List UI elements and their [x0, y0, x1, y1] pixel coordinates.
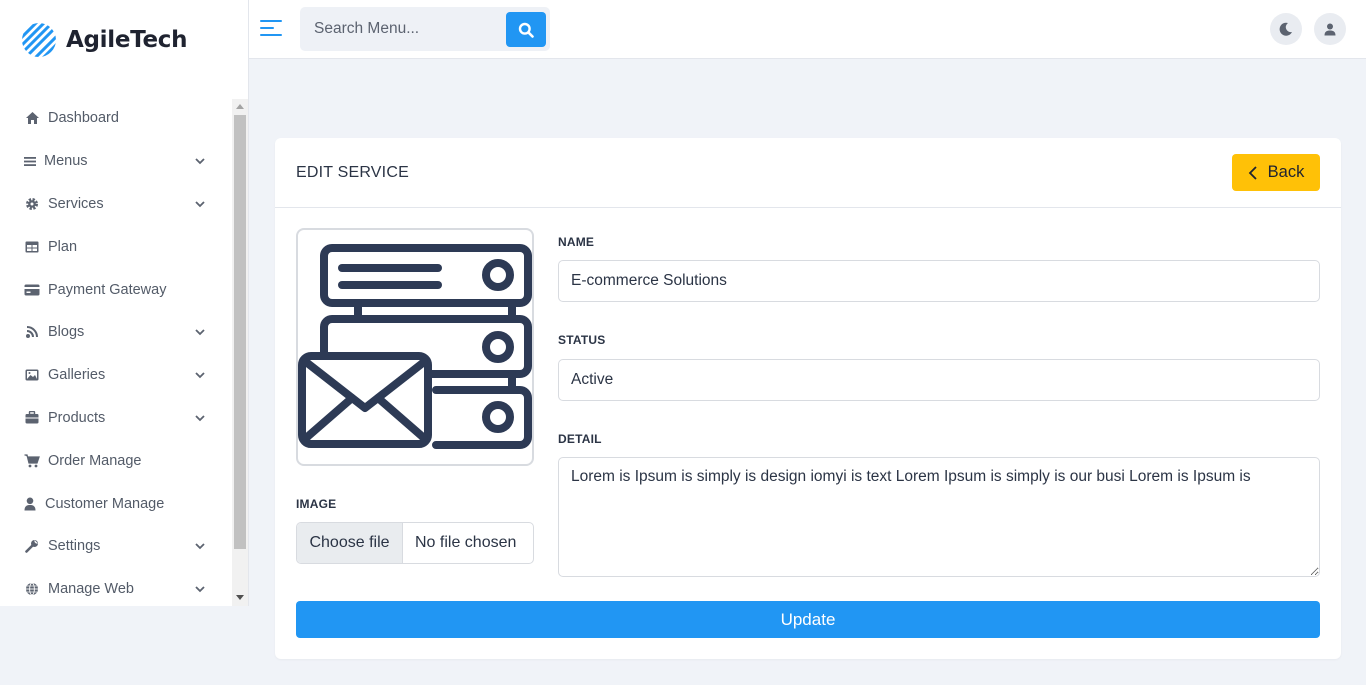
sidebar-item-label: Customer Manage [45, 495, 165, 512]
scrollbar-thumb[interactable] [234, 115, 246, 549]
chevron-down-icon [195, 372, 205, 379]
sidebar-item-label: Blogs [48, 324, 85, 341]
sidebar-item-blogs[interactable]: Blogs [0, 311, 232, 354]
moon-icon [1279, 22, 1292, 36]
sidebar-item-customer-manage[interactable]: Customer Manage [0, 482, 232, 525]
page-title: EDIT SERVICE [296, 164, 409, 181]
scroll-down-arrow-icon[interactable] [236, 595, 244, 600]
sidebar-item-services[interactable]: Services [0, 183, 232, 226]
sidebar-item-dashboard[interactable]: Dashboard [0, 97, 232, 140]
briefcase-icon [24, 410, 40, 426]
status-label: STATUS [558, 333, 606, 347]
name-field[interactable] [558, 260, 1320, 302]
search-input[interactable] [300, 7, 500, 51]
sidebar-item-plan[interactable]: Plan [0, 225, 232, 268]
image-icon [24, 367, 40, 383]
sidebar-toggle-icon[interactable] [260, 19, 282, 37]
file-status-text: No file chosen [415, 534, 517, 551]
sidebar-item-payment-gateway[interactable]: Payment Gateway [0, 268, 232, 311]
service-image-preview [296, 228, 534, 466]
sidebar-item-label: Plan [48, 238, 78, 255]
user-icon [24, 496, 36, 512]
card-header: EDIT SERVICE Back [275, 138, 1341, 208]
wrench-icon [24, 538, 40, 554]
detail-label: DETAIL [558, 432, 602, 446]
server-mail-icon [298, 244, 532, 449]
sidebar-item-label: Products [48, 409, 106, 426]
sidebar-item-products[interactable]: Products [0, 397, 232, 440]
edit-service-card: EDIT SERVICE Back IMAGE Choose file No f… [275, 138, 1341, 659]
sidebar-item-label: Services [48, 195, 104, 212]
update-button[interactable]: Update [296, 601, 1320, 638]
sidebar-nav: Dashboard Menus Services Plan Payment Ga… [0, 97, 232, 611]
sidebar: AgileTech Dashboard Menus Services Plan … [0, 0, 249, 606]
chevron-down-icon [195, 200, 205, 207]
sidebar-item-order-manage[interactable]: Order Manage [0, 439, 232, 482]
brand[interactable]: AgileTech [20, 20, 187, 60]
bars-icon [24, 153, 36, 169]
name-label: NAME [558, 235, 595, 249]
user-icon [1324, 23, 1336, 35]
chevron-down-icon [195, 414, 205, 421]
chevron-down-icon [195, 329, 205, 336]
chevron-down-icon [195, 158, 205, 165]
image-file-input[interactable]: Choose file No file chosen [296, 522, 534, 564]
cart-icon [24, 453, 40, 469]
back-button-label: Back [1267, 163, 1305, 181]
detail-textarea[interactable]: Lorem is Ipsum is simply is design iomyi… [558, 457, 1320, 577]
status-field[interactable] [558, 359, 1320, 401]
blog-icon [24, 324, 40, 340]
sidebar-item-galleries[interactable]: Galleries [0, 354, 232, 397]
brand-name: AgileTech [66, 27, 188, 53]
table-icon [24, 239, 40, 255]
gear-icon [24, 196, 40, 212]
user-menu-button[interactable] [1314, 13, 1346, 45]
search-button[interactable] [506, 12, 546, 47]
theme-toggle-button[interactable] [1270, 13, 1302, 45]
credit-card-icon [24, 282, 40, 298]
topbar [249, 0, 1366, 59]
sidebar-item-label: Dashboard [48, 110, 119, 127]
sidebar-item-label: Settings [48, 538, 101, 555]
globe-icon [24, 581, 40, 597]
chevron-down-icon [195, 586, 205, 593]
back-button[interactable]: Back [1232, 154, 1320, 191]
choose-file-button[interactable]: Choose file [297, 523, 403, 563]
sidebar-item-label: Manage Web [48, 581, 134, 598]
sidebar-item-label: Payment Gateway [48, 281, 167, 298]
chevron-down-icon [195, 543, 205, 550]
sidebar-item-settings[interactable]: Settings [0, 525, 232, 568]
sidebar-item-label: Galleries [48, 367, 106, 384]
scroll-up-arrow-icon[interactable] [236, 104, 244, 109]
chevron-left-icon [1248, 165, 1257, 180]
sidebar-item-manage-web[interactable]: Manage Web [0, 568, 232, 611]
home-icon [24, 110, 40, 126]
search-bar [300, 7, 550, 51]
sidebar-item-menus[interactable]: Menus [0, 140, 232, 183]
sidebar-item-label: Order Manage [48, 452, 142, 469]
sidebar-scrollbar[interactable] [232, 99, 248, 606]
search-icon [518, 22, 534, 38]
sidebar-item-label: Menus [44, 153, 88, 170]
image-label: IMAGE [296, 497, 337, 511]
striped-globe-icon [22, 23, 56, 57]
